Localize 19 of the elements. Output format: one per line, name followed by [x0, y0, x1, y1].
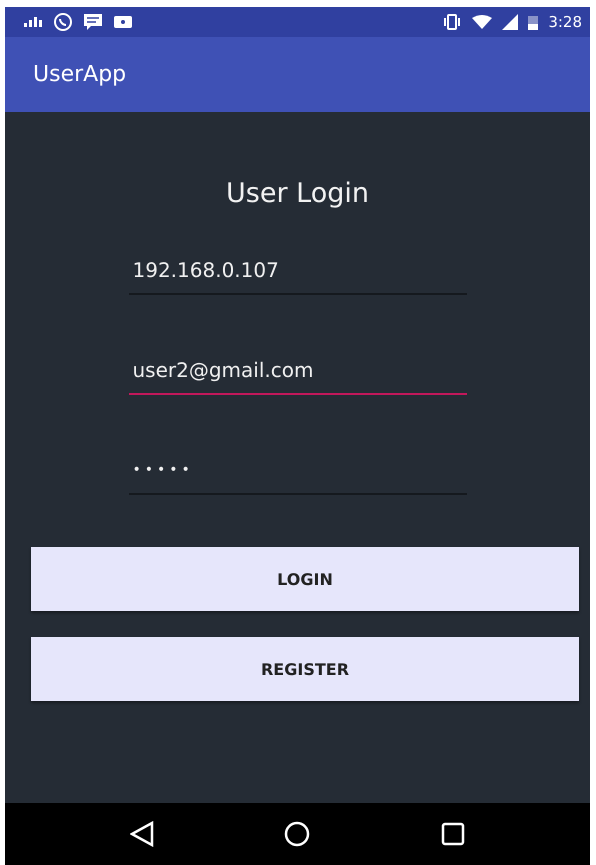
cell-signal-icon [502, 14, 518, 30]
message-icon [83, 13, 103, 31]
overview-icon[interactable] [440, 822, 465, 846]
form-title: User Login [226, 178, 369, 209]
app-title: UserApp [33, 62, 126, 87]
video-icon [113, 15, 133, 29]
chat-icon [53, 12, 73, 32]
status-time: 3:28 [548, 13, 582, 31]
wifi-icon [472, 15, 492, 29]
input-field[interactable]: 192.168.0.107 [128, 257, 466, 295]
email-field[interactable]: user2@gmail.com [128, 357, 466, 395]
battery-icon [528, 14, 538, 30]
home-icon[interactable] [284, 821, 310, 847]
back-icon[interactable] [130, 821, 154, 847]
signal-icon [23, 16, 43, 28]
register-button[interactable]: REGISTER [31, 637, 579, 701]
password-field[interactable]: ••••• [128, 457, 466, 495]
login-button[interactable]: LOGIN [31, 547, 579, 611]
vibrate-icon [442, 14, 462, 30]
